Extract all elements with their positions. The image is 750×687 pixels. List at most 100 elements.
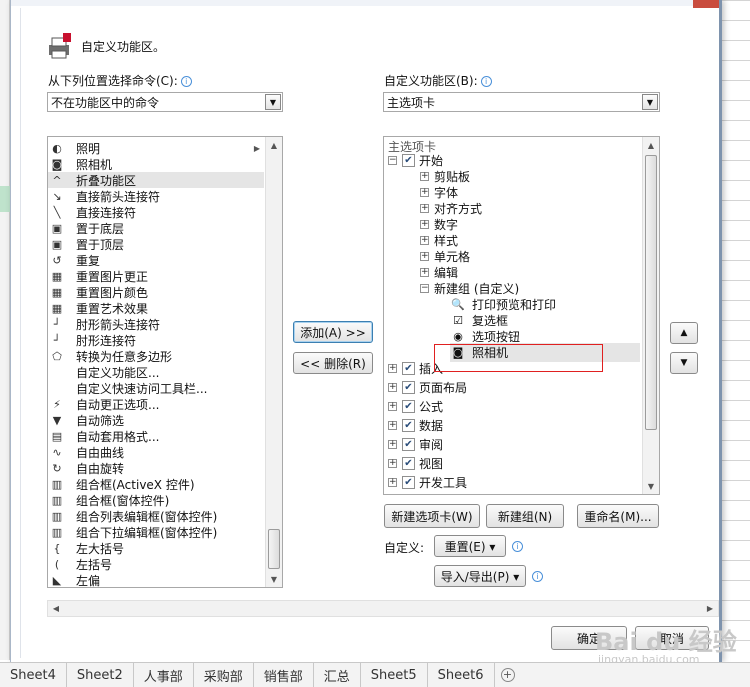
tree-item[interactable]: + ✔ 数据: [388, 416, 443, 435]
remove-button[interactable]: << 删除(R): [293, 352, 373, 374]
tab-checkbox[interactable]: ✔: [402, 419, 415, 432]
list-item[interactable]: ∿ 自由曲线: [48, 444, 264, 460]
elbow-connector-icon: ┘: [53, 333, 61, 347]
expand-icon[interactable]: +: [420, 172, 429, 181]
import-export-button[interactable]: 导入/导出(P) ▾: [434, 565, 526, 587]
list-item[interactable]: {左大括号: [48, 540, 264, 556]
scroll-down-icon[interactable]: ▼: [643, 478, 659, 494]
list-item[interactable]: ▣ 置于顶层: [48, 236, 264, 252]
expand-icon[interactable]: +: [388, 383, 397, 392]
sheet-tab-bar: Sheet4 Sheet2 人事部 采购部 销售部 汇总 Sheet5 Sheet6 +: [0, 662, 750, 687]
tab-checkbox[interactable]: ✔: [402, 154, 415, 167]
expand-icon[interactable]: +: [420, 204, 429, 213]
scroll-up-icon[interactable]: ▲: [266, 137, 282, 153]
list-item-label: 重置艺术效果: [76, 301, 149, 316]
sheet-tab[interactable]: Sheet4: [0, 662, 67, 687]
list-item[interactable]: ▣ 置于底层: [48, 220, 264, 236]
expand-icon[interactable]: +: [388, 402, 397, 411]
expand-icon[interactable]: +: [420, 188, 429, 197]
scroll-thumb[interactable]: [268, 529, 280, 569]
tab-checkbox[interactable]: ✔: [402, 476, 415, 489]
list-item[interactable]: ◐ 照明 ▶: [48, 140, 264, 156]
list-item[interactable]: ⬠ 转换为任意多边形: [48, 348, 264, 364]
list-item-label: 自动筛选: [76, 413, 125, 428]
list-item[interactable]: ╲ 直接连接符: [48, 204, 264, 220]
chevron-down-icon[interactable]: ▼: [265, 94, 281, 110]
list-item[interactable]: ▦ 重置图片颜色: [48, 284, 264, 300]
list-item[interactable]: ▼ 自动筛选: [48, 412, 264, 428]
commands-scrollbar[interactable]: ▲ ▼: [265, 137, 282, 587]
list-item[interactable]: ◣ 左偏: [48, 572, 264, 588]
expand-icon[interactable]: +: [420, 268, 429, 277]
list-item[interactable]: ▥ 组合列表编辑框(窗体控件): [48, 508, 264, 524]
sheet-tab[interactable]: 汇总: [314, 662, 361, 687]
options-horizontal-scrollbar[interactable]: ◀ ▶: [47, 600, 719, 617]
scroll-down-icon[interactable]: ▼: [266, 571, 282, 587]
scroll-right-icon[interactable]: ▶: [702, 601, 718, 616]
list-item[interactable]: ⚡ 自动更正选项...: [48, 396, 264, 412]
tab-checkbox[interactable]: ✔: [402, 457, 415, 470]
left-skew-icon: ◣: [52, 573, 62, 587]
bulb-icon: ◐: [52, 141, 62, 155]
add-button[interactable]: 添加(A) >>: [293, 321, 373, 343]
list-item[interactable]: ▥ 组合框(窗体控件): [48, 492, 264, 508]
tab-checkbox[interactable]: ✔: [402, 362, 415, 375]
sheet-tab[interactable]: Sheet2: [67, 662, 134, 687]
move-up-button[interactable]: ▲: [670, 322, 698, 344]
rename-button[interactable]: 重命名(M)...: [577, 504, 659, 528]
close-button[interactable]: [693, 0, 719, 8]
collapse-icon[interactable]: −: [420, 284, 429, 293]
add-sheet-icon[interactable]: +: [500, 668, 515, 682]
move-down-button[interactable]: ▼: [670, 352, 698, 374]
list-item[interactable]: ▦ 重置艺术效果: [48, 300, 264, 316]
new-tab-button[interactable]: 新建选项卡(W): [384, 504, 480, 528]
list-item[interactable]: (左括号: [48, 556, 264, 572]
list-item[interactable]: ▤ 自动套用格式...: [48, 428, 264, 444]
chevron-down-icon[interactable]: ▼: [642, 94, 658, 110]
list-item[interactable]: ↺ 重复: [48, 252, 264, 268]
new-group-button[interactable]: 新建组(N): [486, 504, 564, 528]
expand-icon[interactable]: +: [420, 236, 429, 245]
expand-icon[interactable]: +: [388, 459, 397, 468]
list-item[interactable]: ▥ 组合下拉编辑框(窗体控件): [48, 524, 264, 540]
list-item[interactable]: ▥ 组合框(ActiveX 控件): [48, 476, 264, 492]
list-item[interactable]: 自定义快速访问工具栏...: [48, 380, 264, 396]
sheet-tab[interactable]: 采购部: [194, 662, 254, 687]
sheet-tab[interactable]: 销售部: [254, 662, 314, 687]
tree-item[interactable]: + ✔ 开发工具: [388, 473, 467, 492]
list-item[interactable]: ^ 折叠功能区: [48, 172, 264, 188]
expand-icon[interactable]: +: [420, 252, 429, 261]
scroll-left-icon[interactable]: ◀: [48, 601, 64, 616]
expand-icon[interactable]: +: [388, 478, 397, 487]
list-item[interactable]: ┘ 肘形箭头连接符: [48, 316, 264, 332]
list-item[interactable]: 自定义功能区...: [48, 364, 264, 380]
expand-icon[interactable]: +: [420, 220, 429, 229]
collapse-icon[interactable]: −: [388, 156, 397, 165]
expand-icon[interactable]: +: [388, 421, 397, 430]
scroll-thumb[interactable]: [645, 155, 657, 430]
tab-checkbox[interactable]: ✔: [402, 438, 415, 451]
list-item[interactable]: ▦ 重置图片更正: [48, 268, 264, 284]
tree-item[interactable]: + ✔ 审阅: [388, 435, 443, 454]
expand-icon[interactable]: +: [388, 440, 397, 449]
tree-scrollbar[interactable]: ▲ ▼: [642, 137, 659, 494]
scroll-up-icon[interactable]: ▲: [643, 137, 659, 153]
choose-commands-dropdown[interactable]: 不在功能区中的命令 ▼: [47, 92, 283, 112]
tree-item[interactable]: + ✔ 视图: [388, 454, 443, 473]
list-item[interactable]: ↘ 直接箭头连接符: [48, 188, 264, 204]
ribbon-tree[interactable]: 主选项卡 − ✔ 开始 + 剪贴板 + 字体 + 对齐方式 + 数字 + 样式 + 单元格 + 编辑 − 新建组 (…: [383, 136, 660, 495]
ribbon-tabs-dropdown[interactable]: 主选项卡 ▼: [383, 92, 660, 112]
list-item[interactable]: ↻ 自由旋转: [48, 460, 264, 476]
list-item[interactable]: ◙ 照相机: [48, 156, 264, 172]
tab-checkbox[interactable]: ✔: [402, 381, 415, 394]
commands-listbox[interactable]: ◐ 照明 ▶ ◙ 照相机 ^ 折叠功能区 ↘ 直接箭头连接符 ╲ 直接连接符 ▣ 置于底层 ▣ 置于顶层 ↺ 重…: [47, 136, 283, 588]
sheet-tab[interactable]: Sheet6: [428, 662, 495, 687]
tab-checkbox[interactable]: ✔: [402, 400, 415, 413]
sheet-tab[interactable]: 人事部: [134, 662, 194, 687]
sheet-tab[interactable]: Sheet5: [361, 662, 428, 687]
expand-icon[interactable]: +: [388, 364, 397, 373]
reset-button[interactable]: 重置(E) ▾: [434, 535, 506, 557]
tree-item[interactable]: + ✔ 公式: [388, 397, 443, 416]
tree-item[interactable]: + ✔ 页面布局: [388, 378, 467, 397]
list-item[interactable]: ┘ 肘形连接符: [48, 332, 264, 348]
